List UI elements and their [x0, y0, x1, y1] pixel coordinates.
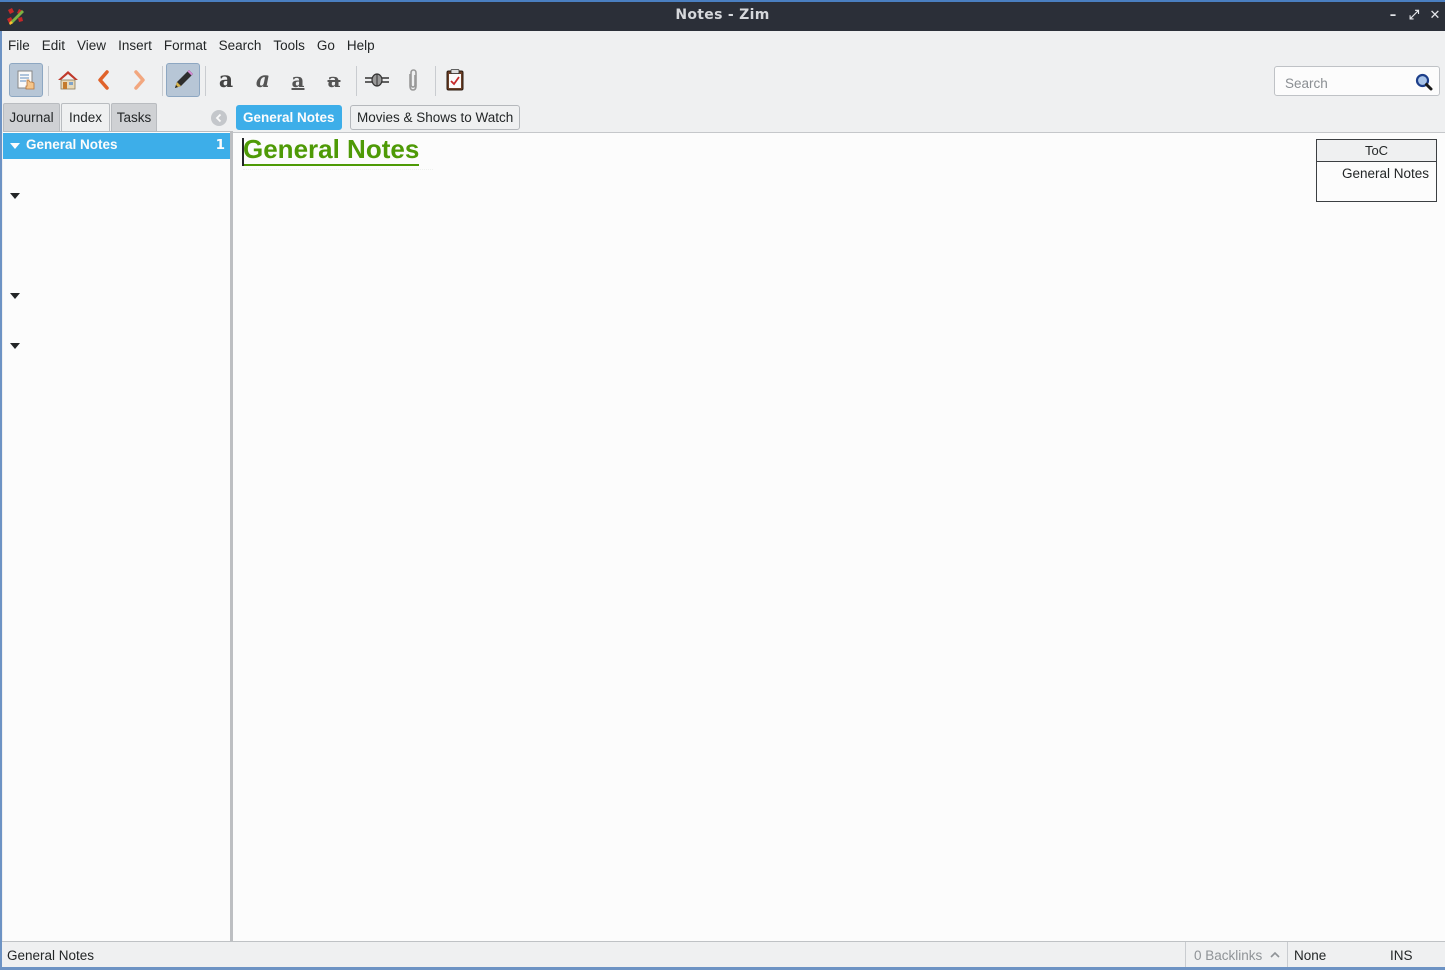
italic-icon: a [255, 67, 271, 93]
close-button[interactable]: ✕ [1428, 8, 1442, 24]
edit-mode-button[interactable] [166, 63, 200, 97]
strikethrough-icon: a [327, 68, 341, 92]
minimize-button[interactable]: – [1386, 8, 1400, 24]
toggle-index-button[interactable] [9, 63, 43, 97]
tree-item[interactable] [3, 333, 230, 359]
maximize-button[interactable]: ⤢ [1407, 8, 1421, 24]
tab-journal[interactable]: Journal [3, 103, 60, 131]
forward-arrow-icon [134, 70, 145, 90]
insert-link-button[interactable] [360, 63, 394, 97]
backlinks-button[interactable]: 0 Backlinks [1194, 948, 1281, 963]
index-tree: General Notes 1 [3, 131, 230, 942]
chevron-left-icon [215, 113, 222, 123]
search-box[interactable] [1274, 66, 1440, 96]
menu-insert[interactable]: Insert [112, 38, 158, 53]
attach-file-icon [409, 69, 417, 91]
window-titlebar[interactable]: Notes - Zim – ⤢ ✕ [0, 2, 1445, 31]
back-button[interactable] [86, 63, 120, 97]
home-icon [58, 71, 78, 90]
expand-arrow-icon[interactable] [10, 343, 20, 349]
bold-icon: a [218, 67, 234, 93]
menu-file[interactable]: File [2, 38, 36, 53]
toolbar-separator [205, 66, 206, 96]
search-input[interactable] [1283, 73, 1411, 93]
statusbar: General Notes 0 Backlinks None INS [2, 941, 1445, 968]
chevron-up-icon [1270, 951, 1280, 958]
toc-item[interactable]: General Notes [1342, 166, 1429, 181]
insert-link-icon [365, 73, 389, 87]
tab-tasks[interactable]: Tasks [111, 103, 157, 131]
path-item-movies-shows[interactable]: Movies & Shows to Watch [350, 105, 521, 130]
expand-arrow-icon[interactable] [10, 293, 20, 299]
toolbar-separator [48, 66, 49, 96]
page-body-text[interactable] [243, 165, 433, 170]
toc-title: ToC [1317, 140, 1436, 162]
status-separator [1185, 942, 1186, 968]
expand-arrow-icon[interactable] [10, 193, 20, 199]
search-icon[interactable] [1415, 73, 1433, 91]
menu-format[interactable]: Format [158, 38, 213, 53]
underline-icon: a [291, 68, 305, 92]
status-page-name: General Notes [7, 948, 95, 963]
underline-button[interactable]: a [281, 63, 315, 97]
expand-arrow-icon[interactable] [10, 143, 20, 149]
menu-edit[interactable]: Edit [36, 38, 71, 53]
status-separator [1287, 942, 1288, 968]
menu-go[interactable]: Go [311, 38, 341, 53]
path-item-general-notes[interactable]: General Notes [236, 105, 342, 130]
page-editor[interactable]: General Notes [233, 132, 1445, 942]
text-cursor [242, 138, 244, 166]
page-heading[interactable]: General Notes [243, 134, 420, 166]
toolbar-separator [162, 66, 163, 96]
tree-item[interactable] [3, 183, 230, 209]
menu-tools[interactable]: Tools [267, 38, 311, 53]
toolbar-separator [356, 66, 357, 96]
menubar: File Edit View Insert Format Search Tool… [2, 31, 1445, 59]
tree-item-count: 1 [215, 137, 225, 153]
window-frame-left [0, 31, 2, 970]
forward-button[interactable] [123, 63, 157, 97]
backlinks-label: 0 Backlinks [1194, 948, 1263, 963]
tab-index[interactable]: Index [61, 103, 110, 131]
home-button[interactable] [51, 63, 85, 97]
back-arrow-icon [98, 70, 109, 90]
toolbar-separator [435, 66, 436, 96]
menu-help[interactable]: Help [341, 38, 381, 53]
bold-button[interactable]: a [209, 63, 243, 97]
toolbar: a a a a [2, 60, 1445, 102]
menu-view[interactable]: View [71, 38, 112, 53]
window-title: Notes - Zim [675, 7, 770, 23]
attach-file-button[interactable] [396, 63, 430, 97]
task-list-button[interactable] [438, 63, 472, 97]
tree-item[interactable] [3, 283, 230, 309]
strikethrough-button[interactable]: a [317, 63, 351, 97]
status-insert-mode: INS [1390, 948, 1413, 963]
status-style[interactable]: None [1294, 948, 1326, 963]
tree-item-general-notes[interactable]: General Notes 1 [3, 133, 230, 159]
edit-pencil-icon [175, 70, 193, 88]
toc-panel: ToC General Notes [1316, 139, 1437, 202]
notebook-pages-icon [17, 70, 35, 90]
italic-button[interactable]: a [246, 63, 280, 97]
collapse-sidebar-button[interactable] [211, 110, 227, 126]
menu-search[interactable]: Search [213, 38, 268, 53]
task-list-icon [446, 69, 464, 91]
tree-item-label: General Notes [26, 137, 118, 152]
